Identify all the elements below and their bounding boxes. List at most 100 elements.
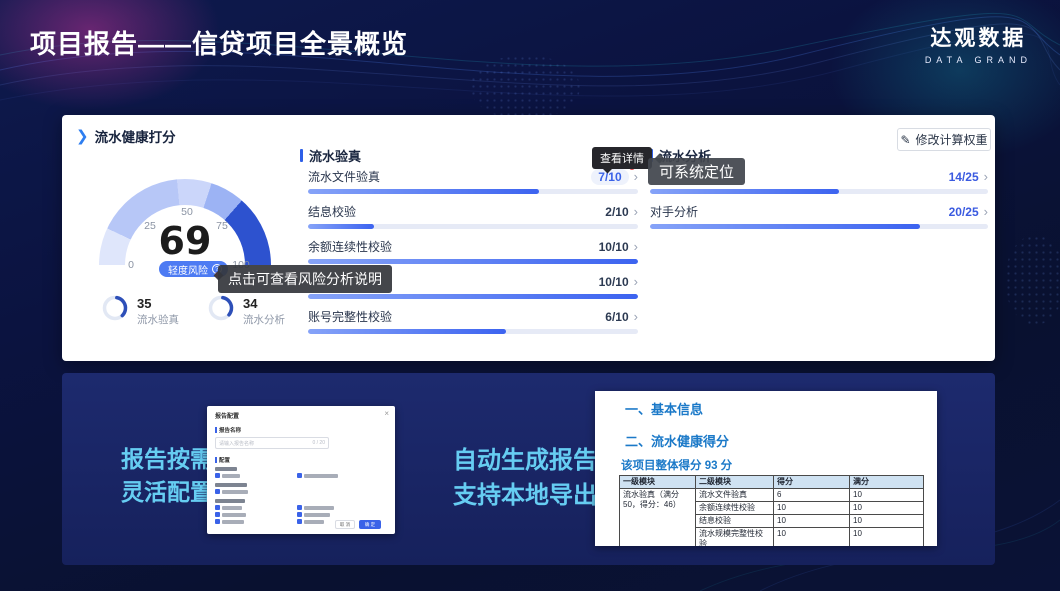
report-config-dialog-screenshot: 报告配置 × 报告名称 请输入报告名称 0 / 20 配置 取 消 确 定	[207, 406, 395, 534]
progress-track	[650, 224, 988, 229]
metric-label: 流水文件验真	[308, 168, 591, 185]
progress-row[interactable]: 结息校验 2/10 ›	[308, 204, 638, 229]
progress-fill	[308, 189, 539, 194]
section-header: ❯ 流水健康打分	[76, 126, 176, 146]
report-heading-1: 一、基本信息	[625, 399, 703, 418]
locate-tooltip: 可系统定位	[648, 158, 745, 185]
metric-label: 结息校验	[308, 203, 605, 220]
metric-label: 对手分析	[650, 203, 949, 220]
generated-report-screenshot: 一、基本信息 二、流水健康得分 该项目整体得分 93 分 一级模块 二级模块 得…	[595, 391, 937, 546]
table-header-row: 一级模块 二级模块 得分 满分	[620, 476, 924, 489]
detail-tooltip: 查看详情	[592, 147, 652, 169]
char-counter: 0 / 20	[312, 440, 325, 446]
checkbox-icon	[215, 473, 220, 478]
checkbox-item	[215, 473, 240, 478]
progress-fill	[308, 224, 374, 229]
brand-logo-en: DATA GRAND	[925, 55, 1032, 65]
metric-label: 账号完整性校验	[308, 308, 605, 325]
gauge-value: 69	[98, 219, 272, 263]
slide: 项目报告——信贷项目全景概览 达观数据 DATA GRAND ❯ 流水健康打分 …	[0, 0, 1060, 591]
cancel-button: 取 消	[335, 520, 355, 529]
chevron-right-icon[interactable]: ›	[634, 240, 638, 253]
checkbox-icon	[215, 489, 220, 494]
substat-label: 流水分析	[243, 312, 285, 327]
checkbox-item	[215, 512, 246, 517]
group-label	[215, 466, 237, 471]
progress-track	[650, 189, 988, 194]
report-heading-2: 二、流水健康得分	[625, 431, 729, 450]
group-cell: 流水验真（满分50，得分：46）	[620, 489, 696, 547]
progress-track	[308, 259, 638, 264]
name-field-label: 报告名称	[215, 426, 241, 434]
config-section-label: 配置	[215, 456, 230, 464]
checkbox-icon	[297, 512, 302, 517]
checkbox-icon	[215, 519, 220, 524]
checkbox-icon	[215, 505, 220, 510]
chevron-right-icon[interactable]: ›	[634, 310, 638, 323]
progress-fill	[650, 189, 839, 194]
metric-score: 6/10	[605, 310, 628, 324]
checkbox-item	[297, 473, 338, 478]
section-arrow-icon: ❯	[76, 129, 89, 144]
group-label	[215, 498, 245, 503]
brand-logo: 达观数据 DATA GRAND	[925, 22, 1032, 65]
group-label	[215, 482, 247, 487]
chevron-right-icon[interactable]: ›	[634, 275, 638, 288]
metric-score: 10/10	[599, 275, 629, 289]
risk-tooltip: 点击可查看风险分析说明	[218, 265, 392, 293]
caption-export: 自动生成报告 支持本地导出	[440, 443, 610, 513]
checkbox-item	[215, 505, 242, 510]
progress-fill	[308, 294, 638, 299]
bottom-band: 报告按需 灵活配置 报告配置 × 报告名称 请输入报告名称 0 / 20 配置	[62, 373, 995, 565]
progress-fill	[308, 329, 506, 334]
progress-track	[308, 224, 638, 229]
checkbox-item	[215, 489, 248, 494]
gauge-tick: 50	[175, 206, 199, 218]
checkbox-item	[297, 512, 330, 517]
report-name-input: 请输入报告名称 0 / 20	[215, 437, 329, 449]
overall-score-line: 该项目整体得分 93 分	[621, 457, 732, 473]
chevron-right-icon[interactable]: ›	[984, 170, 988, 183]
progress-track	[308, 189, 638, 194]
page-title: 项目报告——信贷项目全景概览	[30, 24, 408, 61]
progress-fill	[650, 224, 920, 229]
progress-fill	[308, 259, 638, 264]
metric-score: 2/10	[605, 205, 628, 219]
edit-weights-button[interactable]: ✎ 修改计算权重	[897, 128, 991, 151]
table-row: 流水验真（满分50，得分：46） 流水文件验真 6 10	[620, 489, 924, 502]
substat-ring	[101, 294, 129, 322]
substat-label: 流水验真	[137, 312, 179, 327]
metric-label: 余额连续性校验	[308, 238, 599, 255]
brand-logo-cn: 达观数据	[925, 22, 1032, 52]
progress-row[interactable]: 流水文件验真 7/10 ›	[308, 169, 638, 194]
chevron-right-icon[interactable]: ›	[634, 205, 638, 218]
edit-weights-label: 修改计算权重	[916, 131, 988, 148]
dialog-title: 报告配置	[215, 411, 239, 420]
pencil-icon: ✎	[900, 133, 910, 147]
verify-column-header: 流水验真	[300, 146, 361, 165]
checkbox-icon	[297, 505, 302, 510]
substat-value: 35	[137, 296, 151, 311]
header-bar-icon	[300, 149, 303, 162]
chevron-right-icon[interactable]: ›	[984, 205, 988, 218]
dashboard-panel: ❯ 流水健康打分 ✎ 修改计算权重 0 25 50 75 100 69 轻度风险…	[62, 115, 995, 361]
checkbox-item	[297, 519, 324, 524]
chevron-right-icon[interactable]: ›	[634, 170, 638, 183]
checkbox-icon	[215, 512, 220, 517]
risk-level-label: 轻度风险	[168, 262, 208, 277]
progress-row[interactable]: 余额连续性校验 10/10 ›	[308, 239, 638, 264]
progress-row[interactable]: 账号完整性校验 6/10 ›	[308, 309, 638, 334]
substat-value: 34	[243, 296, 257, 311]
substat-ring	[207, 294, 235, 322]
score-table: 一级模块 二级模块 得分 满分 流水验真（满分50，得分：46） 流水文件验真 …	[619, 475, 924, 546]
close-icon: ×	[384, 409, 389, 418]
progress-row[interactable]: 对手分析 20/25 ›	[650, 204, 988, 229]
confirm-button: 确 定	[359, 520, 381, 529]
checkbox-icon	[297, 519, 302, 524]
progress-track	[308, 294, 638, 299]
progress-track	[308, 329, 638, 334]
checkbox-item	[215, 519, 244, 524]
metric-score: 14/25	[949, 170, 979, 184]
checkbox-item	[297, 505, 334, 510]
section-title: 流水健康打分	[95, 126, 176, 146]
